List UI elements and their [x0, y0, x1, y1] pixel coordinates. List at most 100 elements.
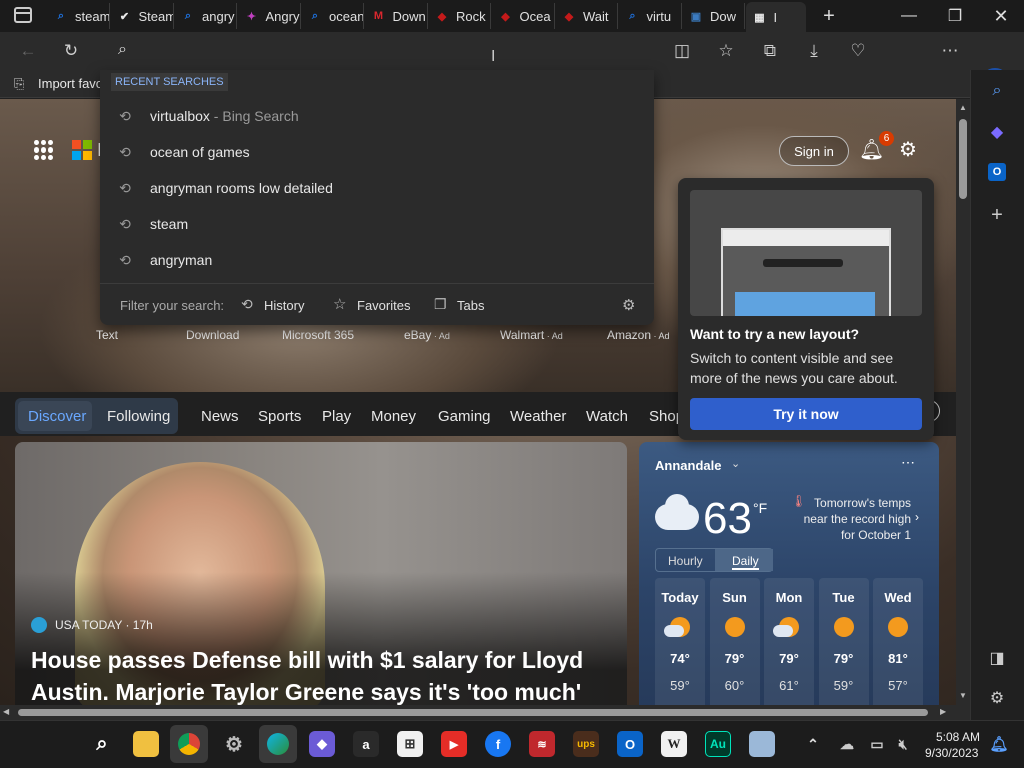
hourly-tab[interactable]: Hourly — [668, 554, 703, 568]
sign-in-button[interactable]: Sign in — [779, 136, 849, 166]
news-card[interactable]: USA TODAY · 17h House passes Defense bil… — [15, 442, 627, 705]
back-icon[interactable]: ← — [15, 39, 41, 63]
nav-item-money[interactable]: Money — [371, 408, 416, 425]
recent-search-item[interactable]: ⟲ virtualbox - Bing Search — [100, 98, 654, 134]
more-options-icon[interactable]: ⋯ — [937, 39, 963, 63]
discover-tab[interactable]: Discover — [28, 408, 86, 425]
quick-link[interactable]: Text — [96, 328, 118, 342]
taskbar-search-icon[interactable]: ⌕ — [89, 731, 115, 757]
microsoft-logo-icon[interactable] — [72, 140, 92, 160]
filter-settings-icon[interactable]: ⚙ — [622, 296, 635, 314]
volume-muted-icon[interactable]: 🔇︎ — [890, 731, 916, 757]
scroll-up-arrow[interactable]: ▲ — [959, 103, 967, 112]
new-tab-button[interactable]: + — [812, 0, 846, 32]
file-explorer-icon[interactable] — [133, 731, 159, 757]
vertical-scrollbar[interactable]: ▲ ▼ — [956, 99, 970, 705]
following-tab[interactable]: Following — [107, 408, 170, 425]
tab-10[interactable]: ▣ Dow — [682, 3, 745, 29]
recent-search-item[interactable]: ⟲ ocean of games — [100, 134, 654, 170]
ups-icon[interactable]: ups — [573, 731, 599, 757]
tab-6[interactable]: ◆ Rock — [428, 3, 491, 29]
sidebar-panel-icon[interactable]: ◨ — [985, 646, 1009, 670]
quick-link[interactable]: Walmart · Ad — [500, 328, 563, 342]
notification-bell-icon[interactable]: 🔔︎ — [986, 731, 1012, 757]
nav-item-play[interactable]: Play — [322, 408, 351, 425]
tab-11[interactable]: ▦I✕ — [745, 2, 806, 32]
favorites-filter[interactable]: Favorites — [357, 298, 410, 313]
chrome-icon[interactable] — [170, 725, 208, 763]
adobe-audition-icon[interactable]: Au — [705, 731, 731, 757]
taskbar-date[interactable]: 9/30/2023 — [925, 746, 978, 760]
nav-item-weather[interactable]: Weather — [510, 408, 566, 425]
nav-item-gaming[interactable]: Gaming — [438, 408, 491, 425]
collections-icon[interactable]: ⧉ — [757, 39, 783, 63]
tab-4[interactable]: ⌕ ocean — [301, 3, 364, 29]
split-screen-icon[interactable]: ◫ — [669, 39, 695, 63]
tab-2[interactable]: ⌕ angry — [174, 3, 237, 29]
facebook-icon[interactable]: f — [485, 731, 511, 757]
note-chevron-icon[interactable]: › — [915, 510, 919, 524]
tab-5[interactable]: M Down — [365, 3, 428, 29]
bank-of-america-icon[interactable]: ≋ — [529, 731, 555, 757]
news-headline[interactable]: House passes Defense bill with $1 salary… — [31, 644, 621, 705]
recent-search-item[interactable]: ⟲ angryman — [100, 242, 654, 278]
performance-icon[interactable]: ♡ — [845, 39, 871, 63]
app-hex-icon[interactable]: ◆ — [309, 731, 335, 757]
weather-note[interactable]: Tomorrow's temps near the record high fo… — [795, 495, 911, 543]
wikipedia-icon[interactable]: W — [661, 731, 687, 757]
apps-grid-icon[interactable] — [34, 140, 54, 160]
close-window-button[interactable]: ✕ — [978, 0, 1024, 32]
nav-item-news[interactable]: News — [201, 408, 239, 425]
windows-start-icon[interactable] — [45, 731, 69, 755]
weather-card[interactable]: Annandale ⌄ ⋯ 63 °F 🌡︎ Tomorrow's temps … — [639, 442, 939, 705]
search-icon[interactable]: ⌕ — [985, 79, 1009, 103]
scroll-right-arrow[interactable]: ▶ — [940, 707, 946, 716]
outlook-app-icon[interactable]: O — [617, 731, 643, 757]
copilot-sidebar-icon[interactable]: ◆ — [985, 120, 1009, 144]
location-chevron-icon[interactable]: ⌄ — [731, 457, 740, 470]
tab-actions-icon[interactable] — [14, 7, 32, 23]
downloads-icon[interactable]: ⤓ — [801, 39, 827, 63]
tab-1[interactable]: ✔ Steam — [111, 3, 174, 29]
outlook-icon[interactable]: O — [985, 160, 1009, 184]
quick-link[interactable]: Microsoft 365 — [282, 328, 354, 342]
quick-link[interactable]: Download — [186, 328, 239, 342]
refresh-icon[interactable]: ↻ — [58, 39, 84, 63]
vertical-scroll-thumb[interactable] — [959, 119, 967, 199]
tab-0[interactable]: ⌕ steam — [47, 3, 110, 29]
add-app-icon[interactable]: + — [985, 203, 1009, 227]
settings-icon[interactable]: ⚙ — [985, 686, 1009, 710]
edge-icon[interactable] — [259, 725, 297, 763]
tabs-filter[interactable]: Tabs — [457, 298, 484, 313]
forecast-day[interactable]: Wed 81° 57° — [873, 578, 923, 705]
try-it-now-button[interactable]: Try it now — [690, 398, 922, 430]
nav-item-watch[interactable]: Watch — [586, 408, 628, 425]
forecast-day[interactable]: Today 74° 59° — [655, 578, 705, 705]
forecast-day[interactable]: Tue 79° 59° — [818, 578, 869, 705]
nav-item-sports[interactable]: Sports — [258, 408, 301, 425]
tab-9[interactable]: ⌕ virtu — [619, 3, 682, 29]
weather-location[interactable]: Annandale — [655, 458, 721, 473]
tab-8[interactable]: ◆ Wait — [555, 3, 618, 29]
favorites-icon[interactable]: ☆ — [713, 39, 739, 63]
taskbar-time[interactable]: 5:08 AM — [936, 730, 980, 744]
quick-link[interactable]: Amazon · Ad — [607, 328, 670, 342]
daily-tab[interactable]: Daily — [732, 554, 759, 570]
show-hidden-icons[interactable]: ⌃ — [800, 731, 826, 757]
scroll-down-arrow[interactable]: ▼ — [959, 691, 967, 700]
history-filter[interactable]: History — [264, 298, 304, 313]
page-settings-icon[interactable]: ⚙ — [899, 137, 917, 162]
amazon-icon[interactable]: a — [353, 731, 379, 757]
network-icon[interactable]: ▭ — [864, 731, 890, 757]
scroll-left-arrow[interactable]: ◀ — [3, 707, 9, 716]
tab-3[interactable]: ✦ Angry — [238, 3, 301, 29]
microsoft-store-icon[interactable]: ⊞ — [397, 731, 423, 757]
recent-search-item[interactable]: ⟲ angryman rooms low detailed — [100, 170, 654, 206]
settings-app-icon[interactable]: ⚙ — [221, 731, 247, 757]
horizontal-scroll-thumb[interactable] — [18, 709, 928, 716]
forecast-day[interactable]: Mon 79° 61° — [764, 578, 814, 705]
recent-search-item[interactable]: ⟲ steam — [100, 206, 654, 242]
tab-7[interactable]: ◆ Ocea — [492, 3, 555, 29]
onedrive-icon[interactable]: ☁ — [834, 731, 860, 757]
forecast-day[interactable]: Sun 79° 60° — [709, 578, 760, 705]
